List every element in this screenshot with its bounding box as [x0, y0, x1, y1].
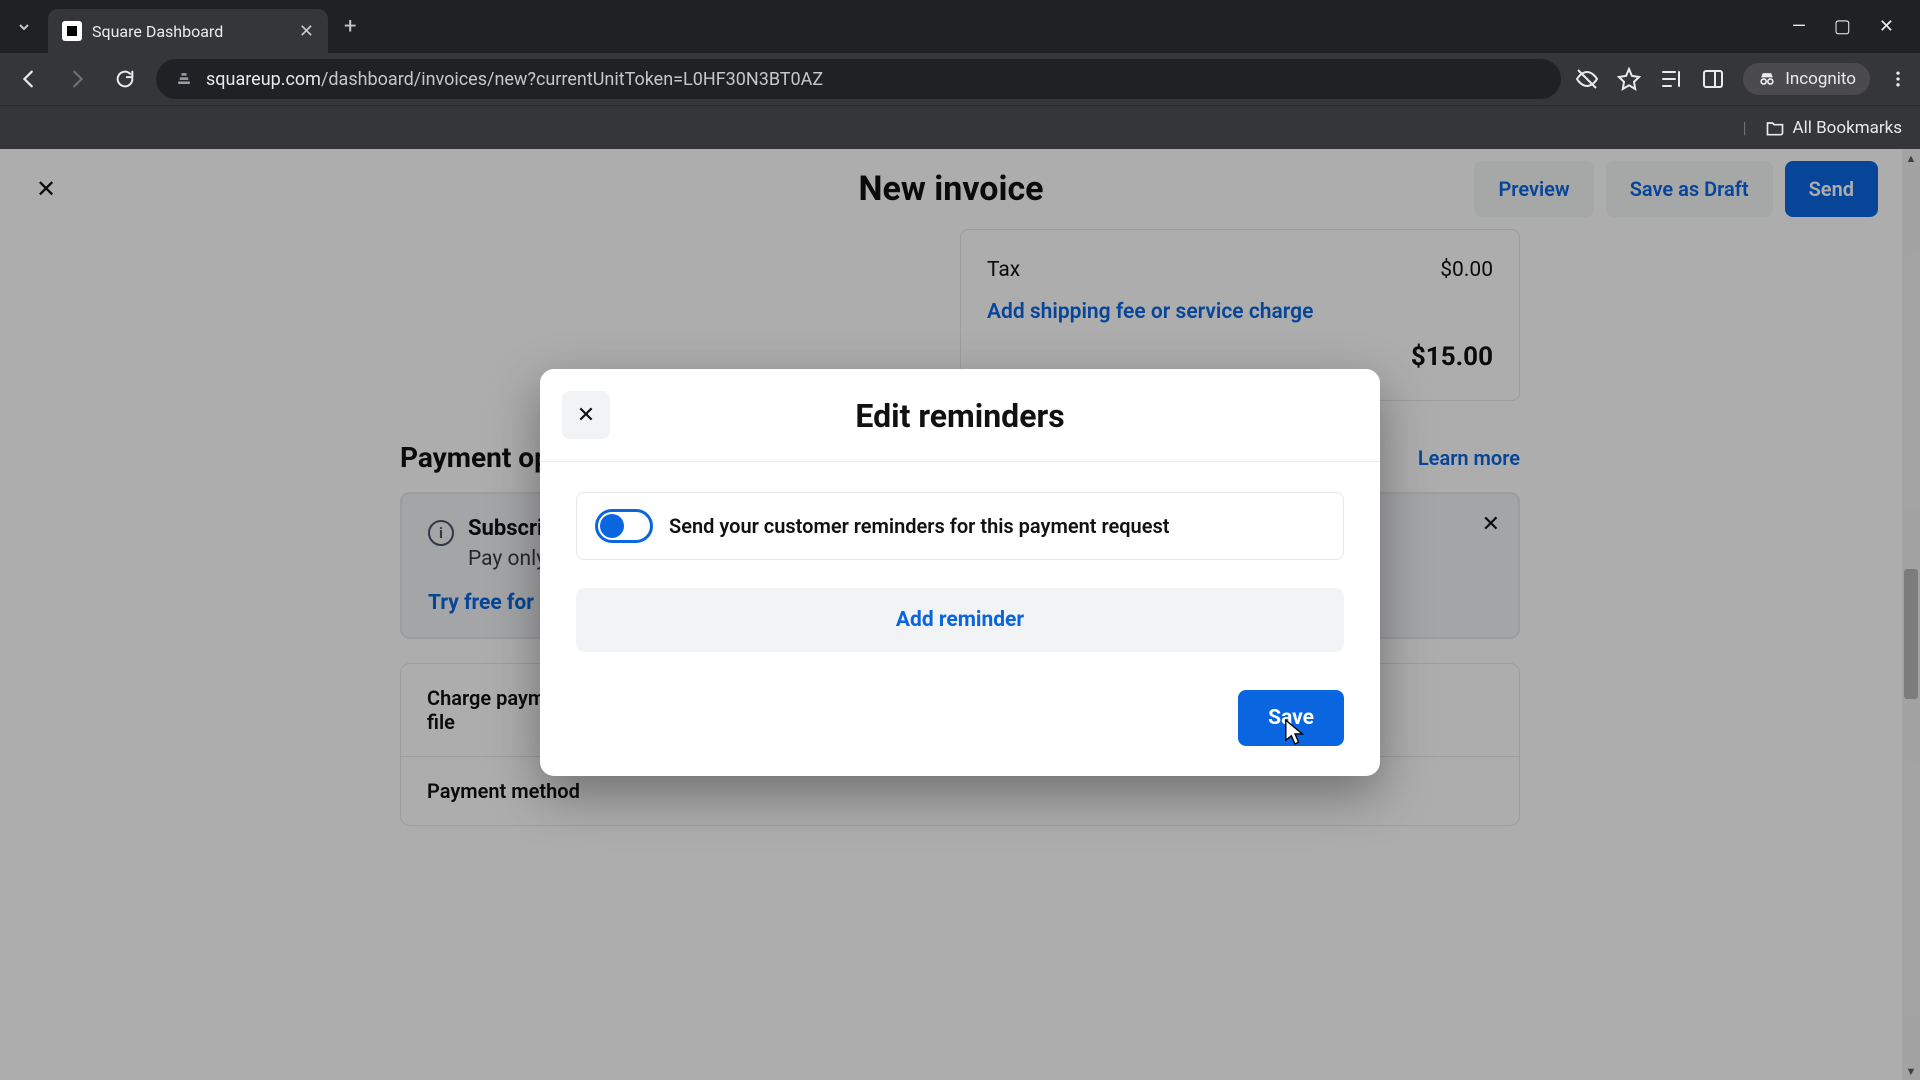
url-input[interactable]: squareup.com/dashboard/invoices/new?curr…: [156, 59, 1561, 99]
app-viewport: ✕ New invoice Preview Save as Draft Send…: [0, 149, 1920, 1080]
bookmark-bar: | All Bookmarks: [0, 105, 1920, 149]
favicon-icon: [62, 21, 82, 41]
new-tab-button[interactable]: +: [336, 14, 364, 39]
modal-header: ✕ Edit reminders: [540, 369, 1380, 462]
modal-footer: Save: [540, 664, 1380, 776]
tab-search-icon[interactable]: [8, 11, 40, 43]
close-window-icon[interactable]: ✕: [1879, 16, 1894, 37]
modal-close-button[interactable]: ✕: [562, 391, 610, 439]
side-panel-icon[interactable]: [1701, 67, 1725, 91]
reminder-toggle[interactable]: [595, 509, 653, 543]
minimize-icon[interactable]: —: [1792, 16, 1806, 37]
reload-button[interactable]: [108, 62, 142, 96]
eye-off-icon[interactable]: [1575, 67, 1599, 91]
tab-bar: Square Dashboard ✕ + — ▢ ✕: [0, 0, 1920, 53]
kebab-menu-icon[interactable]: [1888, 69, 1908, 89]
edit-reminders-modal: ✕ Edit reminders Send your customer remi…: [540, 369, 1380, 776]
reminder-toggle-row: Send your customer reminders for this pa…: [576, 492, 1344, 560]
incognito-badge[interactable]: Incognito: [1743, 63, 1870, 95]
all-bookmarks-button[interactable]: All Bookmarks: [1765, 118, 1902, 138]
browser-chrome: Square Dashboard ✕ + — ▢ ✕ squareup.com/…: [0, 0, 1920, 149]
site-settings-icon[interactable]: [174, 69, 194, 89]
save-button[interactable]: Save: [1238, 690, 1344, 746]
window-controls: — ▢ ✕: [1792, 16, 1912, 37]
address-bar: squareup.com/dashboard/invoices/new?curr…: [0, 53, 1920, 105]
modal-title: Edit reminders: [564, 397, 1356, 435]
forward-button[interactable]: [60, 62, 94, 96]
tab-close-icon[interactable]: ✕: [299, 21, 314, 42]
add-reminder-button[interactable]: Add reminder: [576, 588, 1344, 652]
back-button[interactable]: [12, 62, 46, 96]
tab-title: Square Dashboard: [92, 22, 289, 41]
reminder-toggle-label: Send your customer reminders for this pa…: [669, 514, 1169, 538]
reading-list-icon[interactable]: [1659, 67, 1683, 91]
maximize-icon[interactable]: ▢: [1834, 16, 1851, 37]
modal-body: Send your customer reminders for this pa…: [540, 462, 1380, 664]
url-text: squareup.com/dashboard/invoices/new?curr…: [206, 69, 823, 90]
bookmark-star-icon[interactable]: [1617, 67, 1641, 91]
browser-tab[interactable]: Square Dashboard ✕: [48, 9, 328, 53]
